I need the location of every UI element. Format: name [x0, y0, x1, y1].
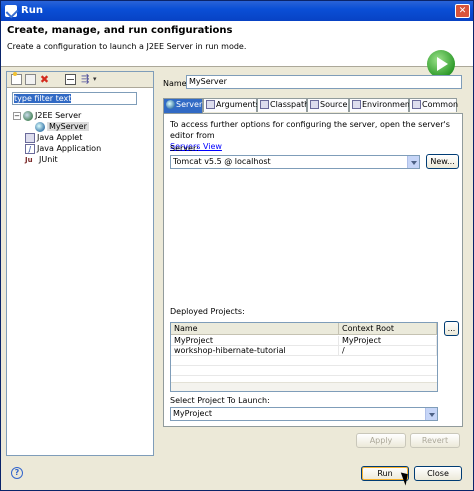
chevron-down-icon[interactable]: ▾: [93, 74, 100, 85]
revert-button[interactable]: Revert: [410, 433, 460, 448]
tree-item-label: MyServer: [47, 122, 89, 131]
applet-icon: [25, 132, 35, 143]
chevron-down-icon[interactable]: [425, 408, 437, 420]
tree-item-label: Java Applet: [37, 133, 83, 142]
tree-item-label: Java Application: [37, 144, 102, 153]
globe-icon: [23, 110, 33, 121]
environment-icon: [352, 100, 361, 109]
table-row-empty: [171, 356, 437, 366]
server-icon: [35, 121, 45, 132]
window-title: Run: [21, 5, 43, 16]
tree-item-j2ee-server[interactable]: − J2EE Server: [13, 110, 81, 121]
tab-label: Arguments: [216, 100, 260, 109]
server-tab-icon: [166, 100, 175, 109]
tab-label: Source: [320, 100, 348, 109]
column-name-header[interactable]: Name: [171, 323, 339, 335]
server-info-text: To access further options for configurin…: [170, 119, 460, 152]
title-bar[interactable]: Run ✕: [1, 1, 473, 21]
tree-item-java-application[interactable]: J Java Application: [25, 143, 101, 154]
tab-label: Common: [422, 100, 459, 109]
configuration-list-pane: ✖ ⇶ ▾ type filter text − J2EE Server MySe…: [6, 71, 154, 456]
project-select[interactable]: MyProject: [170, 407, 438, 421]
banner-heading: Create, manage, and run configurations: [7, 25, 233, 36]
table-row[interactable]: MyProject MyProject: [171, 336, 437, 346]
junit-icon: Ju: [25, 155, 33, 164]
table-row[interactable]: workshop-hibernate-tutorial /: [171, 346, 437, 356]
project-name-cell: MyProject: [171, 336, 339, 346]
tab-arguments[interactable]: Arguments: [203, 98, 260, 112]
tab-source[interactable]: Source: [307, 98, 349, 112]
close-window-button[interactable]: ✕: [455, 4, 470, 18]
tree-item-myserver[interactable]: MyServer: [35, 121, 89, 132]
mouse-cursor-icon: [400, 470, 412, 486]
tab-common[interactable]: Common: [409, 98, 459, 112]
eclipse-icon: [5, 5, 17, 17]
tab-label: Classpath: [270, 100, 310, 109]
configuration-editor-pane: Name: MyServer Server Arguments Classpat…: [159, 71, 467, 456]
source-icon: [310, 100, 319, 109]
common-icon: [412, 100, 421, 109]
header-banner: Create, manage, and run configurations C…: [1, 21, 473, 78]
tab-label: Server: [176, 100, 203, 109]
chevron-down-icon[interactable]: [407, 156, 419, 168]
config-tabs: Server Arguments Classpath Source Enviro…: [163, 98, 463, 114]
java-app-icon: J: [25, 143, 35, 154]
new-server-button[interactable]: New...: [426, 154, 459, 169]
duplicate-icon[interactable]: [25, 74, 36, 85]
table-row-empty: [171, 366, 437, 376]
help-icon[interactable]: ?: [11, 467, 23, 479]
tab-classpath[interactable]: Classpath: [257, 98, 310, 112]
server-tab-content: To access further options for configurin…: [163, 113, 463, 427]
collapse-all-icon[interactable]: [65, 74, 76, 85]
project-name-cell: workshop-hibernate-tutorial: [171, 346, 339, 356]
banner-description: Create a configuration to launch a J2EE …: [7, 42, 247, 51]
context-root-cell[interactable]: MyProject: [339, 336, 437, 346]
collapse-toggle-icon[interactable]: −: [13, 111, 21, 120]
horizontal-scrollbar[interactable]: [171, 382, 437, 391]
column-context-root-header[interactable]: Context Root: [339, 323, 437, 335]
server-select[interactable]: Tomcat v5.5 @ localhost: [170, 155, 420, 169]
tab-label: Environment: [362, 100, 414, 109]
tree-item-junit[interactable]: Ju JUnit: [25, 154, 58, 165]
project-select-value: MyProject: [173, 409, 213, 418]
apply-button[interactable]: Apply: [356, 433, 406, 448]
filter-icon[interactable]: ⇶: [81, 74, 92, 85]
run-dialog: Run ✕ Create, manage, and run configurat…: [0, 0, 474, 491]
launch-config-toolbar: ✖ ⇶ ▾: [7, 72, 153, 88]
table-header: Name Context Root: [171, 323, 437, 335]
deployed-projects-label: Deployed Projects:: [170, 307, 245, 316]
tree-item-java-applet[interactable]: Java Applet: [25, 132, 82, 143]
tab-server[interactable]: Server: [163, 98, 203, 113]
classpath-icon: [260, 100, 269, 109]
deployed-projects-table: Name Context Root MyProject MyProject wo…: [170, 322, 438, 392]
server-label: Server:: [170, 144, 199, 153]
select-project-label: Select Project To Launch:: [170, 396, 270, 405]
server-select-value: Tomcat v5.5 @ localhost: [173, 157, 271, 166]
close-button[interactable]: Close: [414, 466, 462, 481]
filter-input[interactable]: type filter text: [12, 92, 137, 105]
browse-button[interactable]: ...: [444, 321, 459, 336]
filter-text: type filter text: [14, 94, 72, 103]
name-field[interactable]: MyServer: [186, 75, 462, 89]
tree-item-label: JUnit: [39, 155, 58, 164]
info-text: To access further options for configurin…: [170, 120, 450, 140]
context-root-cell[interactable]: /: [339, 346, 437, 356]
new-config-icon[interactable]: [11, 72, 22, 85]
tab-environment[interactable]: Environment: [349, 98, 413, 112]
tree-item-label: J2EE Server: [35, 111, 82, 120]
arguments-icon: [206, 100, 215, 109]
delete-icon[interactable]: ✖: [39, 74, 50, 85]
